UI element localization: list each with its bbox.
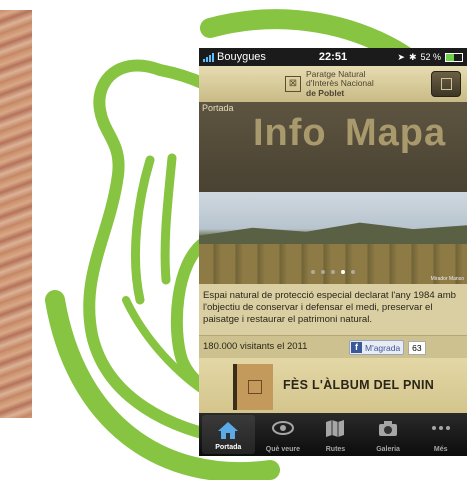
battery-percent: 52 % (420, 52, 441, 62)
tab-portada[interactable]: Portada (202, 415, 255, 454)
battery-icon (445, 52, 463, 62)
bluetooth-icon: ✱ (408, 51, 417, 62)
menu-button[interactable] (431, 71, 461, 97)
map-tile[interactable]: Mapa (345, 112, 446, 155)
carousel-dot[interactable] (321, 270, 325, 274)
facebook-like-button[interactable]: f M'agrada (349, 340, 405, 355)
tab-label: Portada (215, 444, 242, 451)
park-name-line-3: de Poblet (306, 87, 345, 98)
tab-label: Més (433, 446, 448, 453)
tab-galeria[interactable]: Galeria (362, 413, 415, 456)
status-bar: Bouygues 22:51 ➤ ✱ 52 % (199, 48, 467, 66)
carousel-dots[interactable] (311, 270, 355, 274)
camera-icon (379, 421, 398, 436)
album-banner[interactable]: FÈS L'ÀLBUM DEL PNIN (199, 358, 467, 413)
photo-credit: Mirador Manso (430, 276, 464, 282)
more-icon (431, 426, 450, 430)
logo-feather-1 (130, 155, 155, 305)
section-banner: Portada Info Mapa (199, 102, 467, 192)
info-tile[interactable]: Info (253, 112, 327, 155)
facebook-icon: f (351, 342, 362, 353)
eye-icon (271, 421, 294, 435)
album-book-icon (233, 364, 273, 410)
tab-label: Rutes (325, 446, 346, 453)
carousel-dot[interactable] (341, 270, 345, 274)
location-icon: ➤ (397, 51, 405, 62)
album-label: FÈS L'ÀLBUM DEL PNIN (283, 378, 435, 392)
home-icon (218, 422, 239, 439)
photo-hills (199, 222, 467, 246)
tab-label: Galeria (376, 446, 400, 453)
visitors-count: 180.000 visitants el 2011 (203, 341, 308, 352)
map-icon (326, 420, 345, 437)
park-description: Espai natural de protecció especial decl… (203, 290, 457, 325)
carousel-dot[interactable] (351, 270, 355, 274)
like-label: M'agrada (365, 342, 401, 353)
app-header: ⊠ Paratge Natural d'Interès Nacional de … (199, 66, 467, 102)
battery-level (446, 53, 455, 61)
park-emblem-icon: ⊠ (285, 76, 301, 92)
tab-rutes[interactable]: Rutes (309, 413, 362, 456)
stats-bar: 180.000 visitants el 2011 f M'agrada 63 (199, 335, 467, 359)
carousel-dot[interactable] (331, 270, 335, 274)
carrier-name: Bouygues (217, 51, 266, 63)
park-name: Paratge Natural d'Interès Nacional de Po… (306, 69, 374, 99)
logo-feather-2 (160, 153, 177, 285)
facebook-like: f M'agrada 63 (349, 340, 426, 355)
signal-icon (203, 52, 214, 62)
phone-screen: Bouygues 22:51 ➤ ✱ 52 % ⊠ Paratge Natura… (199, 48, 467, 456)
menu-icon (441, 78, 452, 90)
photo-vineyard (199, 244, 467, 284)
tab-mes[interactable]: Més (414, 413, 467, 456)
tab-que-veure[interactable]: Què veure (257, 413, 310, 456)
tab-bar: Portada Què veure Rutes Galeria Més (199, 413, 467, 456)
carousel-dot[interactable] (311, 270, 315, 274)
tab-label: Què veure (265, 446, 301, 453)
like-count: 63 (408, 340, 426, 355)
breadcrumb: Portada (202, 103, 234, 113)
status-time: 22:51 (318, 51, 348, 63)
